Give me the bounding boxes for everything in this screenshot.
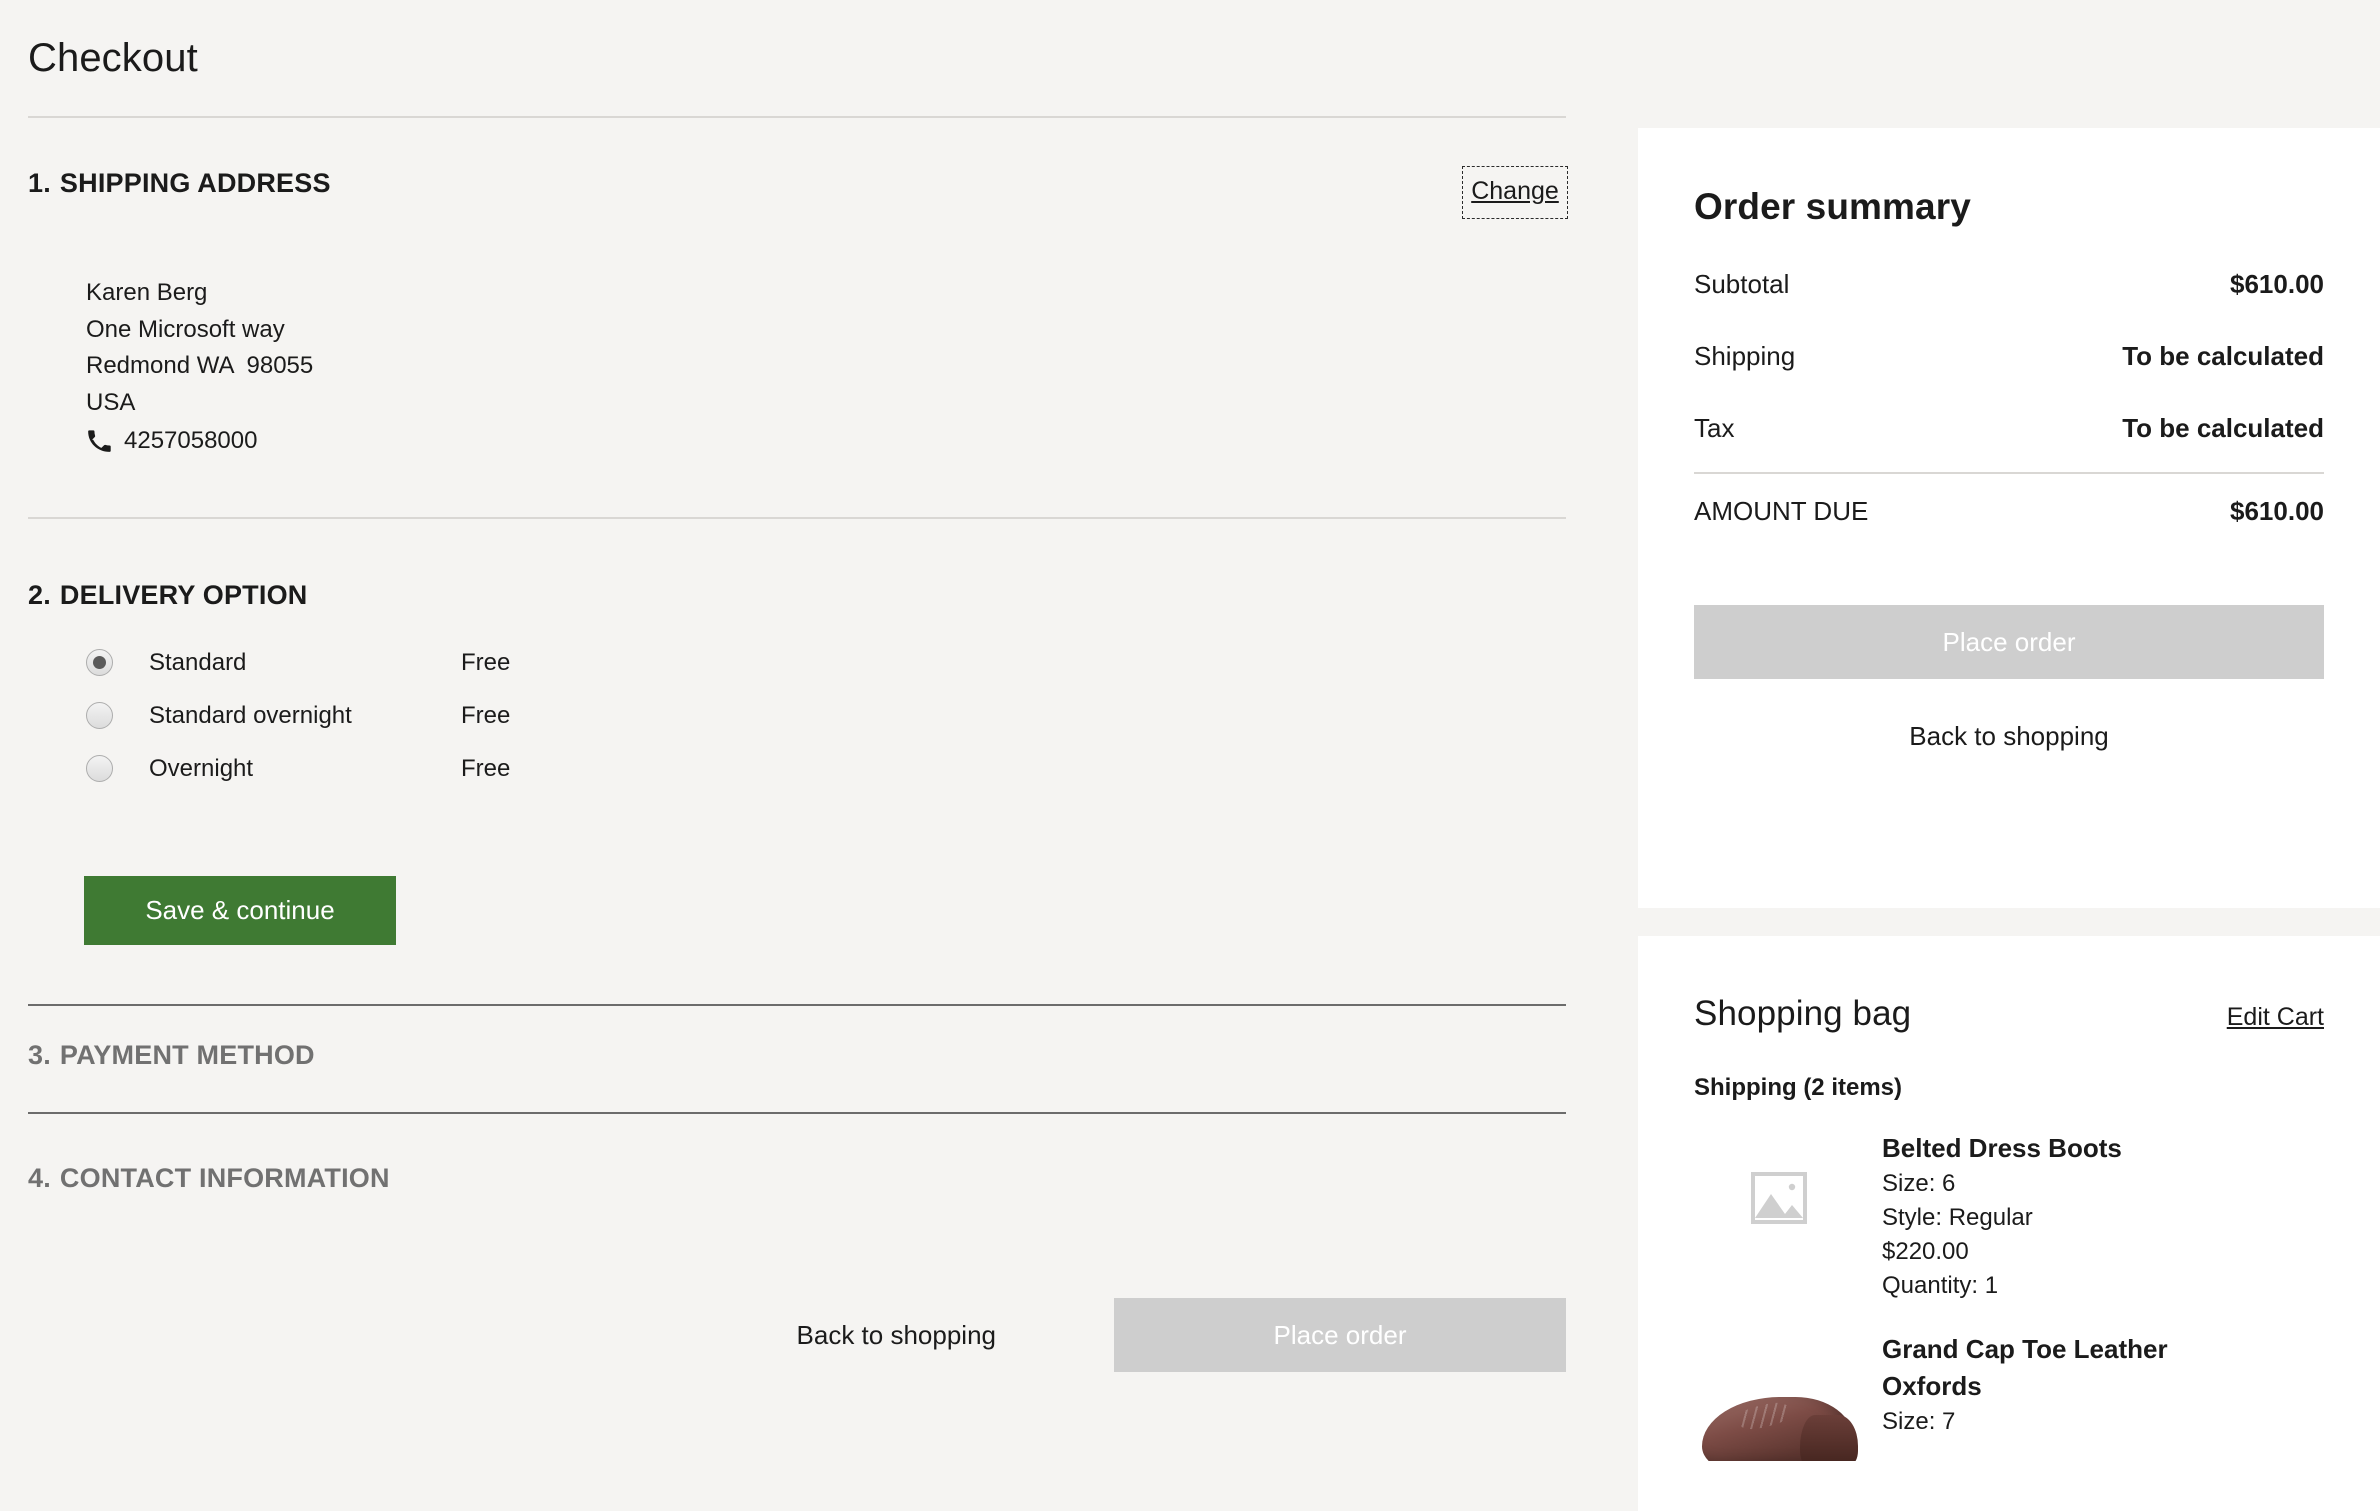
summary-row-tax: Tax To be calculated: [1694, 413, 2324, 444]
section-label: CONTACT INFORMATION: [59, 1163, 390, 1193]
amount-due-value: $610.00: [2230, 496, 2324, 526]
section-divider-3: [28, 1112, 1566, 1114]
shopping-bag-title: Shopping bag: [1694, 994, 1912, 1033]
delivery-options-list: Standard Free Standard overnight Free Ov…: [86, 636, 786, 795]
summary-label: Shipping: [1694, 341, 1796, 371]
summary-value: $610.00: [2230, 269, 2324, 299]
delivery-option-price: Free: [461, 754, 511, 782]
section-heading-payment-method[interactable]: 3. PAYMENT METHOD: [28, 1040, 315, 1071]
delivery-option-label: Standard: [149, 648, 247, 676]
radio-overnight[interactable]: [86, 755, 113, 782]
radio-standard-overnight[interactable]: [86, 702, 113, 729]
summary-row-amount-due: AMOUNT DUE $610.00: [1694, 496, 2324, 527]
summary-label: Subtotal: [1694, 269, 1790, 299]
place-order-button[interactable]: Place order: [1114, 1298, 1566, 1372]
order-summary-panel: Order summary Subtotal $610.00 Shipping …: [1638, 128, 2380, 908]
section-number: 2.: [28, 580, 51, 610]
cart-item-thumbnail: [1694, 1130, 1864, 1266]
address-name: Karen Berg: [86, 279, 208, 306]
checkout-sidebar: Order summary Subtotal $610.00 Shipping …: [1638, 0, 2380, 1511]
address-phone-number: 4257058000: [124, 427, 258, 454]
summary-label: Tax: [1694, 413, 1735, 443]
summary-value: To be calculated: [2122, 341, 2324, 371]
section-divider-1: [28, 517, 1566, 519]
edit-cart-link[interactable]: Edit Cart: [2227, 1003, 2324, 1032]
change-address-label: Change: [1471, 177, 1559, 205]
summary-row-subtotal: Subtotal $610.00: [1694, 269, 2324, 300]
address-country: USA: [86, 388, 136, 416]
section-label: PAYMENT METHOD: [59, 1040, 315, 1070]
cart-item-name: Grand Cap Toe Leather Oxfords: [1882, 1334, 2168, 1401]
cart-item: Belted Dress Boots Size: 6 Style: Regula…: [1694, 1130, 2324, 1303]
delivery-option-overnight[interactable]: Overnight Free: [86, 742, 786, 795]
cart-item-name: Belted Dress Boots: [1882, 1133, 2122, 1163]
section-number: 1.: [28, 168, 51, 198]
cart-item: Grand Cap Toe Leather Oxfords Size: 7: [1694, 1331, 2324, 1461]
summary-row-shipping: Shipping To be calculated: [1694, 341, 2324, 372]
phone-icon: [86, 428, 112, 454]
section-label: SHIPPING ADDRESS: [59, 168, 331, 198]
address-phone-row: 4257058000: [86, 423, 313, 460]
cart-item-price: $220.00: [1882, 1238, 1969, 1265]
cart-item-details: Belted Dress Boots Size: 6 Style: Regula…: [1864, 1130, 2122, 1303]
delivery-option-standard[interactable]: Standard Free: [86, 636, 786, 689]
change-address-button[interactable]: Change: [1462, 166, 1568, 219]
shoe-heel: [1800, 1415, 1858, 1461]
shipping-address-block: Karen Berg One Microsoft way Redmond WA …: [86, 275, 313, 460]
section-divider-2: [28, 1004, 1566, 1006]
summary-value: To be calculated: [2122, 413, 2324, 443]
section-number: 3.: [28, 1040, 51, 1070]
order-summary-title: Order summary: [1694, 186, 1971, 227]
cart-item-size: Size: 7: [1882, 1408, 1956, 1435]
amount-due-label: AMOUNT DUE: [1694, 496, 1869, 526]
delivery-option-price: Free: [461, 648, 511, 676]
page-title: Checkout: [28, 36, 198, 80]
place-order-button-sidebar[interactable]: Place order: [1694, 605, 2324, 679]
bottom-action-row: Back to shopping Place order: [28, 1285, 1566, 1385]
cart-item-style: Style: Regular: [1882, 1204, 2033, 1231]
checkout-page: Checkout 1. SHIPPING ADDRESS Change Kare…: [0, 0, 2380, 1511]
cart-item-details: Grand Cap Toe Leather Oxfords Size: 7: [1864, 1331, 2252, 1461]
save-and-continue-button[interactable]: Save & continue: [84, 876, 396, 945]
shopping-bag-header: Shopping bag Edit Cart: [1694, 936, 2324, 1034]
section-heading-shipping-address: 1. SHIPPING ADDRESS: [28, 168, 331, 199]
broken-image-placeholder-icon: [1751, 1172, 1807, 1224]
shopping-bag-panel: Shopping bag Edit Cart Shipping (2 items…: [1638, 936, 2380, 1511]
section-heading-contact-information[interactable]: 4. CONTACT INFORMATION: [28, 1163, 390, 1194]
oxford-shoe-photo: [1694, 1331, 1864, 1461]
delivery-option-label: Standard overnight: [149, 701, 352, 729]
cart-item-size: Size: 6: [1882, 1170, 1956, 1197]
cart-item-quantity: Quantity: 1: [1882, 1272, 1999, 1299]
address-city-state-zip: Redmond WA 98055: [86, 352, 314, 379]
back-to-shopping-link[interactable]: Back to shopping: [797, 1320, 996, 1351]
delivery-option-label: Overnight: [149, 754, 254, 782]
section-number: 4.: [28, 1163, 51, 1193]
summary-divider: [1694, 472, 2324, 474]
title-divider: [28, 116, 1566, 118]
checkout-main-column: Checkout 1. SHIPPING ADDRESS Change Kare…: [0, 0, 1600, 1511]
delivery-option-standard-overnight[interactable]: Standard overnight Free: [86, 689, 786, 742]
shipping-group-label: Shipping (2 items): [1694, 1074, 1903, 1101]
radio-standard[interactable]: [86, 649, 113, 676]
delivery-option-price: Free: [461, 701, 511, 729]
section-heading-delivery-option: 2. DELIVERY OPTION: [28, 580, 307, 611]
section-label: DELIVERY OPTION: [59, 580, 308, 610]
back-to-shopping-link-sidebar[interactable]: Back to shopping: [1694, 721, 2324, 752]
cart-item-thumbnail: [1694, 1331, 1864, 1461]
address-street: One Microsoft way: [86, 315, 285, 343]
